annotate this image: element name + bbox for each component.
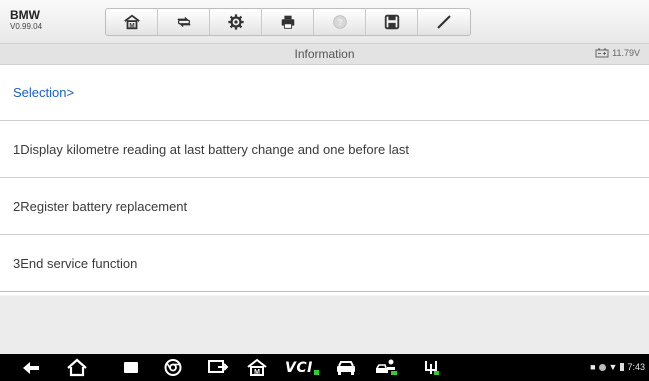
app-version: V0.99.04	[10, 22, 43, 31]
vci-button[interactable]: VCI	[285, 358, 319, 377]
help-button[interactable]: ?	[314, 9, 366, 35]
home-icon	[67, 358, 87, 377]
wifi-icon: ▼	[608, 362, 618, 372]
list-item[interactable]: 2Register battery replacement	[0, 178, 649, 235]
svg-text:M: M	[254, 369, 260, 376]
app-identity: BMW V0.99.04	[10, 9, 42, 31]
information-bar: Information 11.79V	[0, 44, 649, 65]
message-icon: ■	[590, 362, 596, 372]
selection-list: Selection> 1Display kilometre reading at…	[0, 65, 649, 295]
screen-share-button[interactable]	[206, 358, 230, 377]
help-icon: ?	[332, 15, 347, 29]
settings-button[interactable]	[210, 9, 262, 35]
vehicle-swap-button[interactable]	[158, 9, 210, 35]
notification-icon	[598, 363, 606, 371]
svg-text:M: M	[129, 22, 134, 29]
home-button[interactable]: M	[106, 9, 158, 35]
service-button[interactable]	[374, 358, 400, 377]
recent-apps-button[interactable]	[120, 358, 142, 377]
list-item[interactable]: 1Display kilometre reading at last batte…	[0, 121, 649, 178]
settings-gear-icon	[227, 14, 244, 30]
save-icon	[384, 14, 399, 30]
toolbar-button-group: M ?	[105, 8, 471, 36]
clock: 7:43	[627, 362, 645, 372]
vehicle-swap-icon	[177, 16, 190, 28]
battery-icon	[595, 48, 609, 58]
maxisys-home-icon: M	[247, 358, 267, 376]
vci-status-dot	[313, 369, 319, 375]
list-item[interactable]: 3End service function	[0, 235, 649, 292]
screen-share-icon	[208, 360, 229, 373]
battery-voltage: 11.79V	[595, 48, 640, 58]
car-icon	[337, 361, 355, 375]
back-button[interactable]	[20, 358, 42, 377]
usb-icon	[425, 361, 439, 375]
chrome-icon	[164, 359, 182, 376]
empty-content-area	[0, 296, 649, 354]
page-title: Information	[294, 47, 355, 61]
browser-button[interactable]	[162, 358, 184, 377]
status-tray: ■ ▼ 7:43	[590, 362, 645, 372]
battery-status-icon	[620, 363, 625, 371]
print-button[interactable]	[262, 9, 314, 35]
annotate-button[interactable]	[418, 9, 470, 35]
vci-icon: VCI	[285, 359, 313, 376]
pen-icon	[437, 15, 451, 29]
svg-text:?: ?	[337, 18, 342, 27]
usb-button[interactable]	[420, 358, 442, 377]
top-toolbar: BMW V0.99.04 M ?	[0, 0, 649, 44]
app-name: BMW	[10, 8, 40, 22]
recent-apps-icon	[124, 362, 138, 373]
home-nav-button[interactable]	[66, 358, 88, 377]
car-service-icon	[376, 359, 397, 375]
voltage-value: 11.79V	[612, 48, 640, 58]
back-icon	[23, 362, 39, 374]
system-navigation-bar: M VCI ■ ▼ 7:43	[0, 354, 649, 381]
maxisys-home-button[interactable]: M	[246, 358, 268, 377]
selection-heading: Selection>	[0, 65, 649, 121]
vehicle-button[interactable]	[334, 358, 358, 377]
printer-icon	[281, 15, 294, 29]
home-icon: M	[123, 14, 140, 29]
save-button[interactable]	[366, 9, 418, 35]
